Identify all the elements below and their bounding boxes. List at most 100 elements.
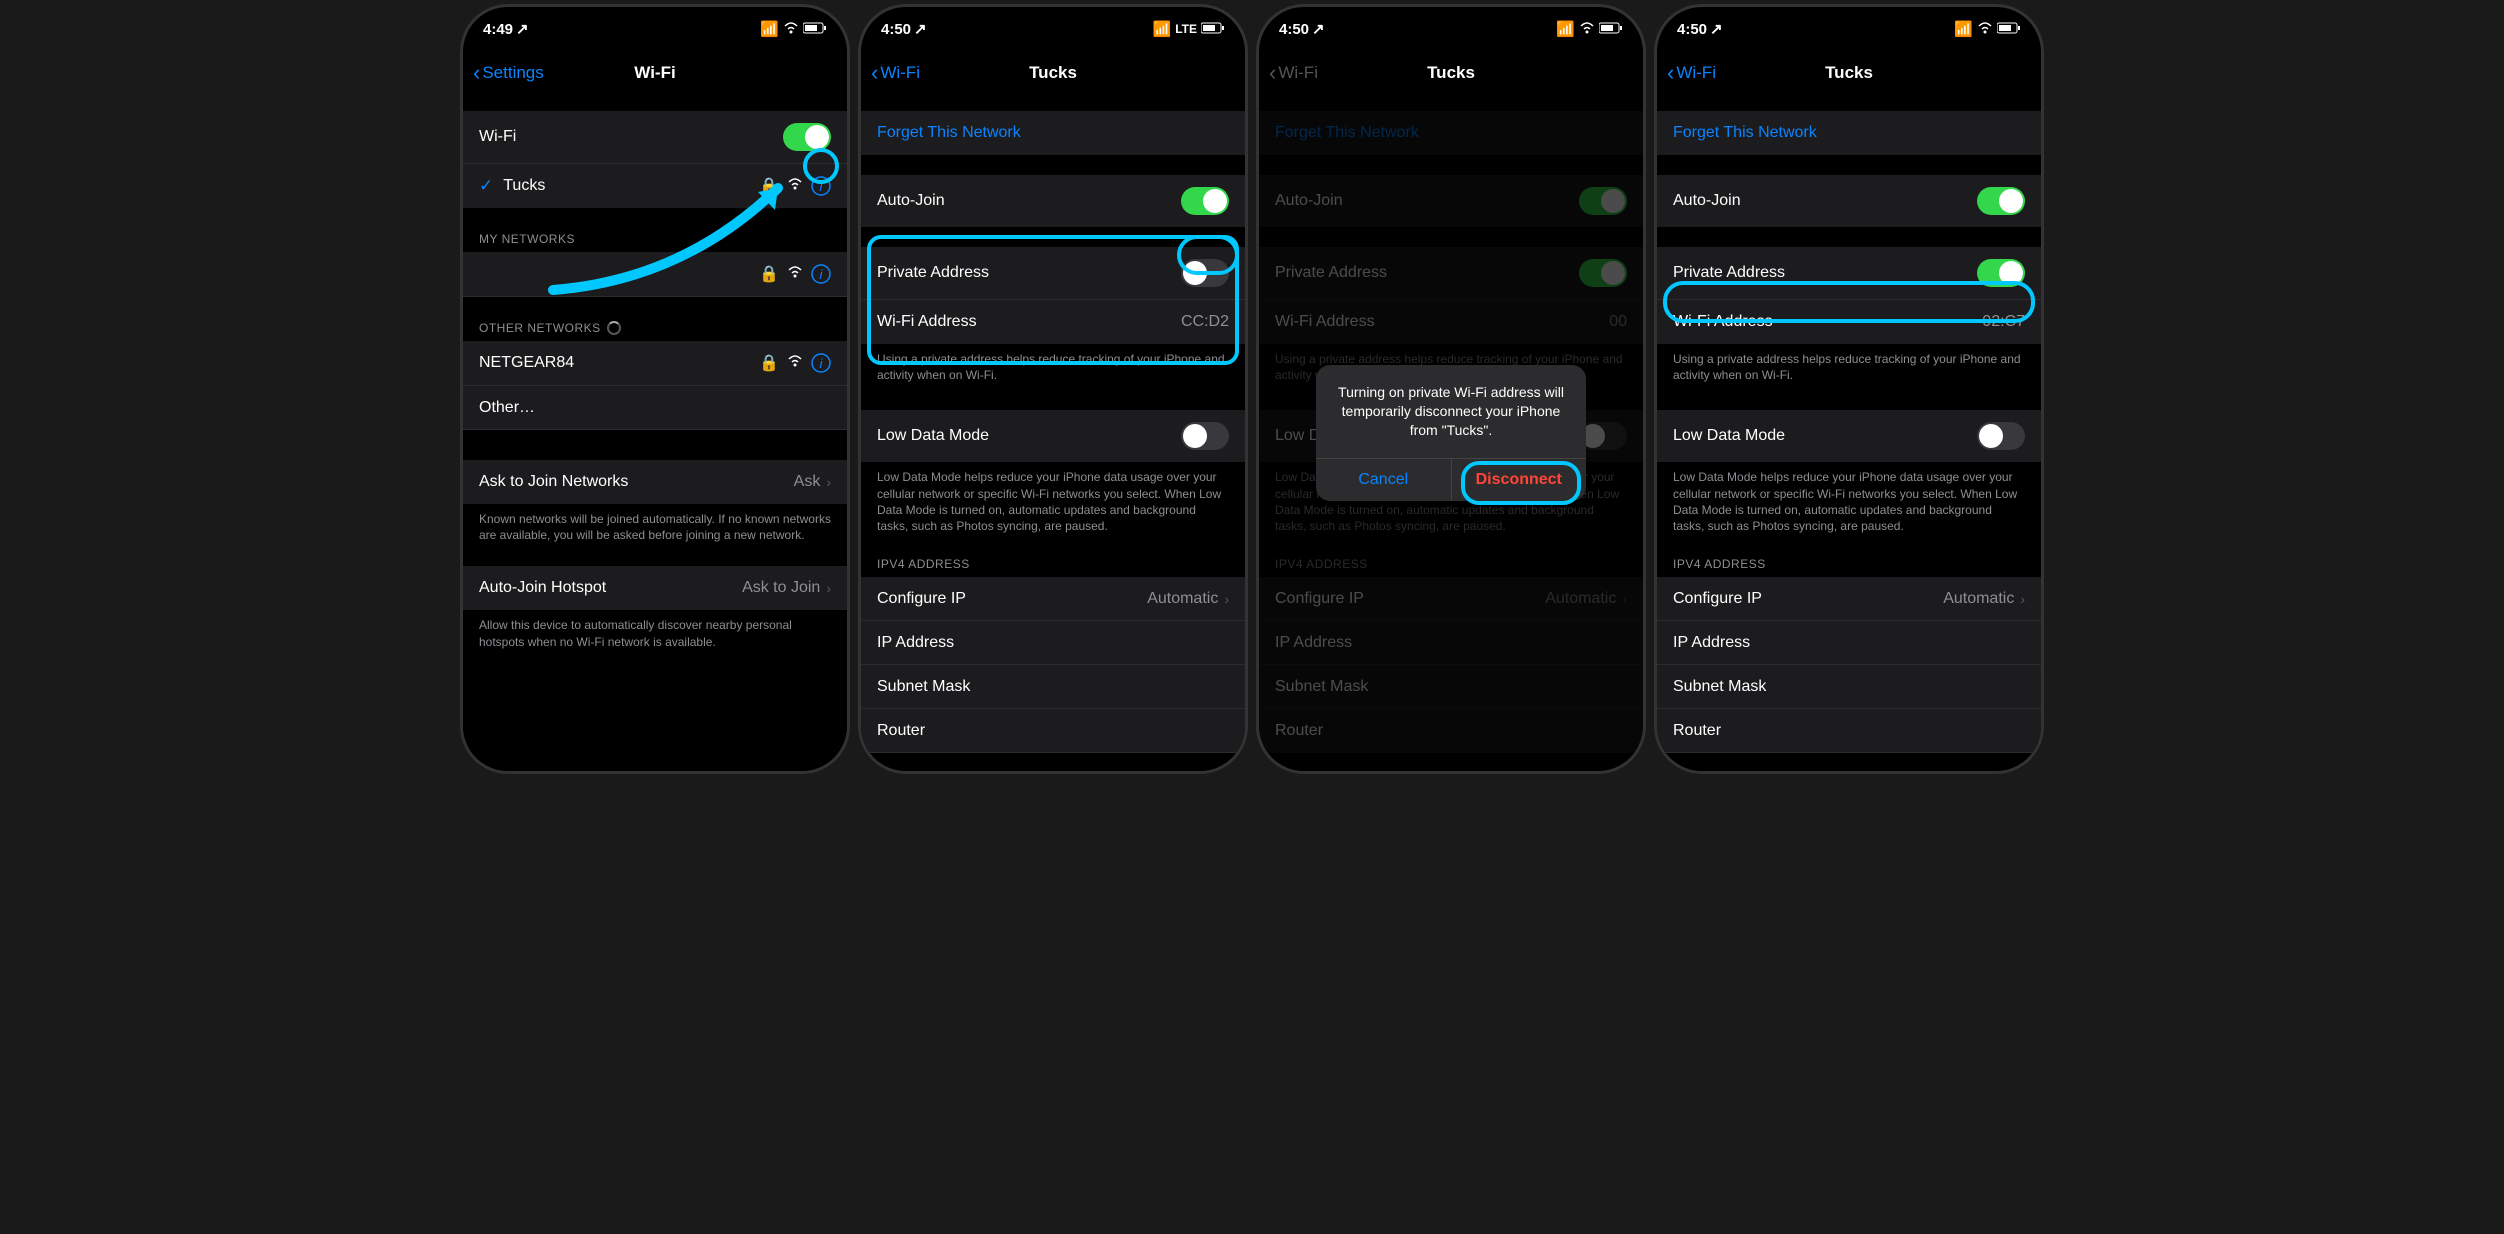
wifi-address-label: Wi-Fi Address [877,313,1181,331]
private-address-footer: Using a private address helps reduce tra… [1657,344,2041,390]
phone-screen-4: 4:50↗ 📶 ‹Wi-Fi Tucks Forget This Network… [1654,4,2044,774]
ask-join-footer: Known networks will be joined automatica… [463,504,847,550]
low-data-cell[interactable]: Low Data Mode [861,410,1245,462]
forget-network-cell[interactable]: Forget This Network [861,111,1245,155]
autojoin-label: Auto-Join [1673,192,1977,210]
configure-label: Configure IP [877,590,1147,608]
configure-value: Automatic [1943,590,2014,608]
chevron-left-icon: ‹ [1269,60,1276,86]
disconnect-button[interactable]: Disconnect [1452,459,1587,501]
notch [1366,7,1536,35]
hotspot-label: Auto-Join Hotspot [479,579,742,597]
chevron-right-icon: › [826,474,831,490]
nav-bar: ‹Wi-Fi Tucks [1657,51,2041,95]
netgear-cell[interactable]: NETGEAR84🔒i [463,341,847,386]
wifi-signal-icon [787,265,803,283]
forget-label: Forget This Network [877,124,1021,142]
wifi-status-icon [783,21,799,38]
info-icon[interactable]: i [811,176,831,196]
battery-icon [803,21,827,38]
low-data-toggle[interactable] [1181,422,1229,450]
wifi-toggle[interactable] [783,123,831,151]
cancel-button[interactable]: Cancel [1316,459,1452,501]
svg-text:i: i [820,179,824,194]
wifi-address-value: CC:D2 [1181,313,1229,331]
forget-network-cell[interactable]: Forget This Network [1657,111,2041,155]
svg-text:i: i [820,267,824,282]
low-data-toggle[interactable] [1977,422,2025,450]
router-cell: Router [861,709,1245,753]
wifi-toggle-cell[interactable]: Wi-Fi [463,111,847,164]
router-label: Router [1673,722,2025,740]
autojoin-toggle[interactable] [1181,187,1229,215]
ask-join-cell[interactable]: Ask to Join NetworksAsk› [463,460,847,504]
private-address-cell[interactable]: Private Address [861,247,1245,300]
location-icon: ↗ [1312,20,1325,38]
private-address-label: Private Address [877,264,1181,282]
wifi-address-label: Wi-Fi Address [1673,313,1982,331]
back-label: Settings [482,63,543,83]
info-icon[interactable]: i [811,264,831,284]
autojoin-label: Auto-Join [877,192,1181,210]
phone-screen-1: 4:49↗ 📶 ‹Settings Wi-Fi Wi-Fi ✓Tucks🔒i M… [460,4,850,774]
cellular-icon: 📶 [760,20,779,38]
low-data-cell[interactable]: Low Data Mode [1657,410,2041,462]
ipv4-header: IPV4 ADDRESS [1657,551,2041,577]
time: 4:50 [1279,21,1309,38]
chevron-left-icon: ‹ [473,60,480,86]
other-networks-header: OTHER NETWORKS [463,315,847,341]
nav-title: Tucks [1029,63,1077,83]
wifi-address-cell: Wi-Fi AddressCC:D2 [861,300,1245,344]
time: 4:49 [483,21,513,38]
private-address-label: Private Address [1673,264,1977,282]
lock-icon: 🔒 [759,264,779,284]
hotspot-cell[interactable]: Auto-Join HotspotAsk to Join › [463,566,847,610]
chevron-right-icon: › [826,580,831,596]
back-button[interactable]: ‹Settings [473,60,544,86]
info-icon[interactable]: i [811,353,831,373]
confirmation-modal: Turning on private Wi-Fi address will te… [1316,365,1586,501]
spinner-icon [607,321,621,335]
modal-overlay: Turning on private Wi-Fi address will te… [1259,95,1643,771]
autojoin-toggle[interactable] [1977,187,2025,215]
private-address-cell[interactable]: Private Address [1657,247,2041,300]
lock-icon: 🔒 [759,353,779,373]
location-icon: ↗ [516,20,529,38]
location-icon: ↗ [1710,20,1723,38]
hotspot-value: Ask to Join [742,579,820,597]
subnet-cell: Subnet Mask [861,665,1245,709]
back-label: Wi-Fi [880,63,920,83]
notch [570,7,740,35]
configure-ip-cell[interactable]: Configure IPAutomatic› [1657,577,2041,621]
ip-label: IP Address [1673,634,2025,652]
location-icon: ↗ [914,20,927,38]
my-network-cell[interactable]: 🔒i [463,252,847,297]
ip-label: IP Address [877,634,1229,652]
connected-network-cell[interactable]: ✓Tucks🔒i [463,164,847,208]
network-type: LTE [1175,22,1197,36]
chevron-right-icon: › [1224,591,1229,607]
phone-screen-3: 4:50↗ 📶 ‹Wi-Fi Tucks Forget This Network… [1256,4,1646,774]
wifi-address-value: 02:C7 [1982,313,2025,331]
back-button[interactable]: ‹Wi-Fi [871,60,920,86]
other-cell[interactable]: Other… [463,386,847,430]
low-data-label: Low Data Mode [877,427,1181,445]
private-address-toggle[interactable] [1977,259,2025,287]
configure-ip-cell[interactable]: Configure IPAutomatic › [861,577,1245,621]
low-data-footer: Low Data Mode helps reduce your iPhone d… [1657,462,2041,541]
back-button[interactable]: ‹Wi-Fi [1269,60,1318,86]
phone-screen-2: 4:50↗ 📶LTE ‹Wi-Fi Tucks Forget This Netw… [858,4,1248,774]
autojoin-cell[interactable]: Auto-Join [1657,175,2041,227]
autojoin-cell[interactable]: Auto-Join [861,175,1245,227]
time: 4:50 [1677,21,1707,38]
configure-value: Automatic [1147,590,1218,608]
nav-title: Tucks [1427,63,1475,83]
forget-label: Forget This Network [1673,124,1817,142]
wifi-signal-icon [787,354,803,372]
private-address-toggle[interactable] [1181,259,1229,287]
content: Forget This Network Auto-Join Private Ad… [1657,95,2041,771]
ask-join-label: Ask to Join Networks [479,473,794,491]
cellular-icon: 📶 [1556,20,1575,38]
back-button[interactable]: ‹Wi-Fi [1667,60,1716,86]
my-networks-header: MY NETWORKS [463,226,847,252]
